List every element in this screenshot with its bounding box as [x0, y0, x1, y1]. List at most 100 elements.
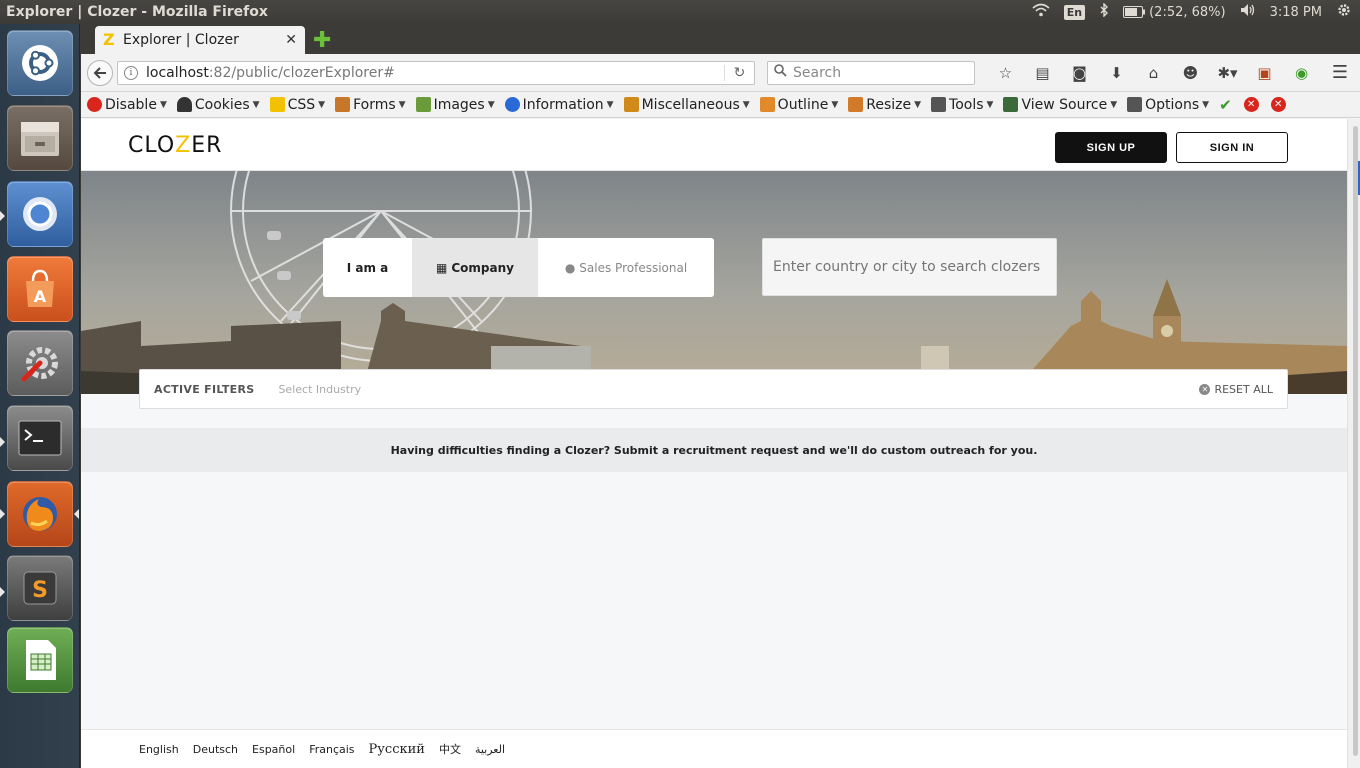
ubuntu-dash-icon[interactable] — [7, 30, 73, 96]
reload-icon[interactable]: ↻ — [724, 64, 754, 81]
url-bar[interactable]: i localhost:82/public/clozerExplorer# ↻ — [117, 60, 755, 85]
firefox-icon[interactable] — [7, 481, 73, 547]
caret-down-icon: ▼ — [606, 99, 614, 110]
session-gear-icon[interactable] — [1336, 2, 1352, 22]
lang-chinese[interactable]: 中文 — [439, 741, 461, 757]
caret-down-icon: ▼ — [398, 99, 406, 110]
software-center-icon[interactable]: A — [7, 256, 73, 322]
devbar-view-source[interactable]: View Source ▼ — [1003, 97, 1117, 113]
error-icon[interactable]: ✕ — [1243, 97, 1259, 112]
page-scrollbar[interactable] — [1347, 119, 1360, 768]
scrollbar-thumb[interactable] — [1353, 126, 1358, 756]
site-info-icon[interactable]: i — [124, 65, 138, 80]
recruitment-notice[interactable]: Having difficulties finding a Clozer? Su… — [81, 428, 1347, 472]
role-toggle-label: I am a — [346, 260, 389, 275]
active-filters-label: ACTIVE FILTERS — [154, 382, 255, 396]
sign-up-button[interactable]: SIGN UP — [1055, 132, 1167, 163]
launcher-running-indicator — [0, 509, 5, 519]
toolbar-icons: ☆ ▤ ◙ ⬇ ⌂ ☻ ✱▾ ▣ ◉ — [987, 64, 1320, 82]
checkmark-icon[interactable]: ✔ — [1219, 96, 1232, 114]
url-host: localhost — [146, 64, 209, 81]
devbar-forms[interactable]: Forms ▼ — [335, 97, 406, 113]
lang-arabic[interactable]: العربية — [475, 743, 505, 756]
chromium-icon[interactable] — [7, 181, 73, 247]
files-icon[interactable] — [7, 105, 73, 171]
battery-indicator[interactable]: (2:52, 68%) — [1123, 5, 1226, 20]
lang-espanol[interactable]: Español — [252, 743, 295, 756]
devbar-label: Tools — [949, 96, 984, 113]
extension-green-icon[interactable]: ◉ — [1283, 64, 1320, 82]
devbar-label: Resize — [866, 96, 912, 113]
devbar-icon — [87, 97, 102, 112]
devbar-label: View Source — [1021, 96, 1108, 113]
devbar-cookies[interactable]: Cookies ▼ — [176, 96, 260, 113]
role-company-label: Company — [451, 260, 514, 275]
lang-english[interactable]: English — [139, 743, 179, 756]
bluetooth-icon[interactable] — [1099, 2, 1109, 21]
devbar-label: Disable — [105, 96, 157, 113]
terminal-icon[interactable] — [7, 405, 73, 471]
page-viewport: CLOZER SIGN UP SIGN IN I am a ▦ Company … — [81, 119, 1347, 768]
role-toggle: I am a ▦ Company ● Sales Professional — [323, 238, 714, 297]
devbar-disable[interactable]: Disable ▼ — [87, 97, 167, 113]
devbar-label: Miscellaneous — [641, 96, 740, 113]
launcher-running-indicator — [0, 437, 5, 447]
home-icon[interactable]: ⌂ — [1135, 64, 1172, 82]
devbar-tools[interactable]: Tools ▼ — [931, 97, 993, 113]
system-settings-icon[interactable] — [7, 330, 73, 396]
launcher-running-indicator — [0, 211, 5, 221]
lang-francais[interactable]: Français — [309, 743, 354, 756]
caret-down-icon: ▼ — [1202, 99, 1210, 110]
caret-down-icon: ▼ — [742, 99, 750, 110]
london-skyline-image — [81, 171, 1347, 394]
launcher-running-indicator — [0, 587, 5, 597]
extension-bug-icon[interactable]: ✱▾ — [1209, 64, 1246, 82]
sublime-text-icon[interactable]: S — [7, 555, 73, 621]
extension-red-icon[interactable]: ▣ — [1246, 64, 1283, 82]
devbar-css[interactable]: CSS ▼ — [269, 97, 326, 113]
industry-select[interactable]: Select Industry — [278, 383, 361, 396]
back-arrow-icon[interactable] — [87, 59, 113, 86]
downloads-icon[interactable]: ⬇ — [1098, 64, 1135, 82]
lang-deutsch[interactable]: Deutsch — [193, 743, 238, 756]
role-sales-option[interactable]: ● Sales Professional — [538, 238, 714, 297]
role-company-option[interactable]: ▦ Company — [412, 238, 538, 297]
volume-icon[interactable] — [1240, 3, 1256, 21]
devbar-images[interactable]: Images ▼ — [415, 97, 495, 113]
libreoffice-calc-icon[interactable] — [7, 627, 73, 693]
launcher-focused-indicator — [74, 509, 79, 519]
error-icon[interactable]: ✕ — [1270, 97, 1286, 112]
chat-icon[interactable]: ☻ — [1172, 64, 1209, 82]
devbar-information[interactable]: Information ▼ — [504, 97, 614, 113]
devbar-resize[interactable]: Resize ▼ — [848, 97, 921, 113]
devbar-icon — [623, 97, 639, 112]
devbar-miscellaneous[interactable]: Miscellaneous ▼ — [623, 96, 750, 113]
devbar-options[interactable]: Options ▼ — [1127, 97, 1209, 113]
clock[interactable]: 3:18 PM — [1270, 5, 1322, 20]
bookmark-star-icon[interactable]: ☆ — [987, 64, 1024, 82]
keyboard-layout-indicator[interactable]: En — [1063, 4, 1086, 20]
sign-in-button[interactable]: SIGN IN — [1176, 132, 1288, 163]
firefox-window: Z Explorer | Clozer ✕ ✚ i localhost:82/p… — [81, 24, 1360, 768]
logo-accent-letter: Z — [175, 133, 192, 158]
logo-text: CLO — [128, 133, 176, 158]
new-tab-plus-icon[interactable]: ✚ — [313, 28, 331, 53]
wifi-icon[interactable] — [1032, 3, 1050, 21]
reset-all-button[interactable]: ✕ RESET ALL — [1199, 383, 1273, 396]
reading-list-icon[interactable]: ▤ — [1024, 64, 1061, 82]
building-icon: ▦ — [436, 260, 448, 275]
lang-russian[interactable]: Русский — [369, 742, 425, 757]
active-filters-bar: ACTIVE FILTERS Select Industry ✕ RESET A… — [139, 369, 1288, 409]
clozer-logo[interactable]: CLOZER — [128, 133, 222, 158]
devbar-icon — [415, 97, 431, 112]
caret-down-icon: ▼ — [318, 99, 326, 110]
pocket-icon[interactable]: ◙ — [1061, 64, 1098, 82]
browser-tab[interactable]: Z Explorer | Clozer ✕ — [95, 26, 305, 54]
menu-hamburger-icon[interactable]: ☰ — [1332, 62, 1354, 83]
devbar-outline[interactable]: Outline ▼ — [759, 97, 838, 113]
location-search-input[interactable] — [762, 238, 1057, 296]
browser-search-input[interactable]: Search — [767, 60, 975, 85]
tab-close-icon[interactable]: ✕ — [285, 32, 297, 48]
search-placeholder: Search — [793, 64, 842, 81]
devbar-label: Cookies — [194, 96, 250, 113]
